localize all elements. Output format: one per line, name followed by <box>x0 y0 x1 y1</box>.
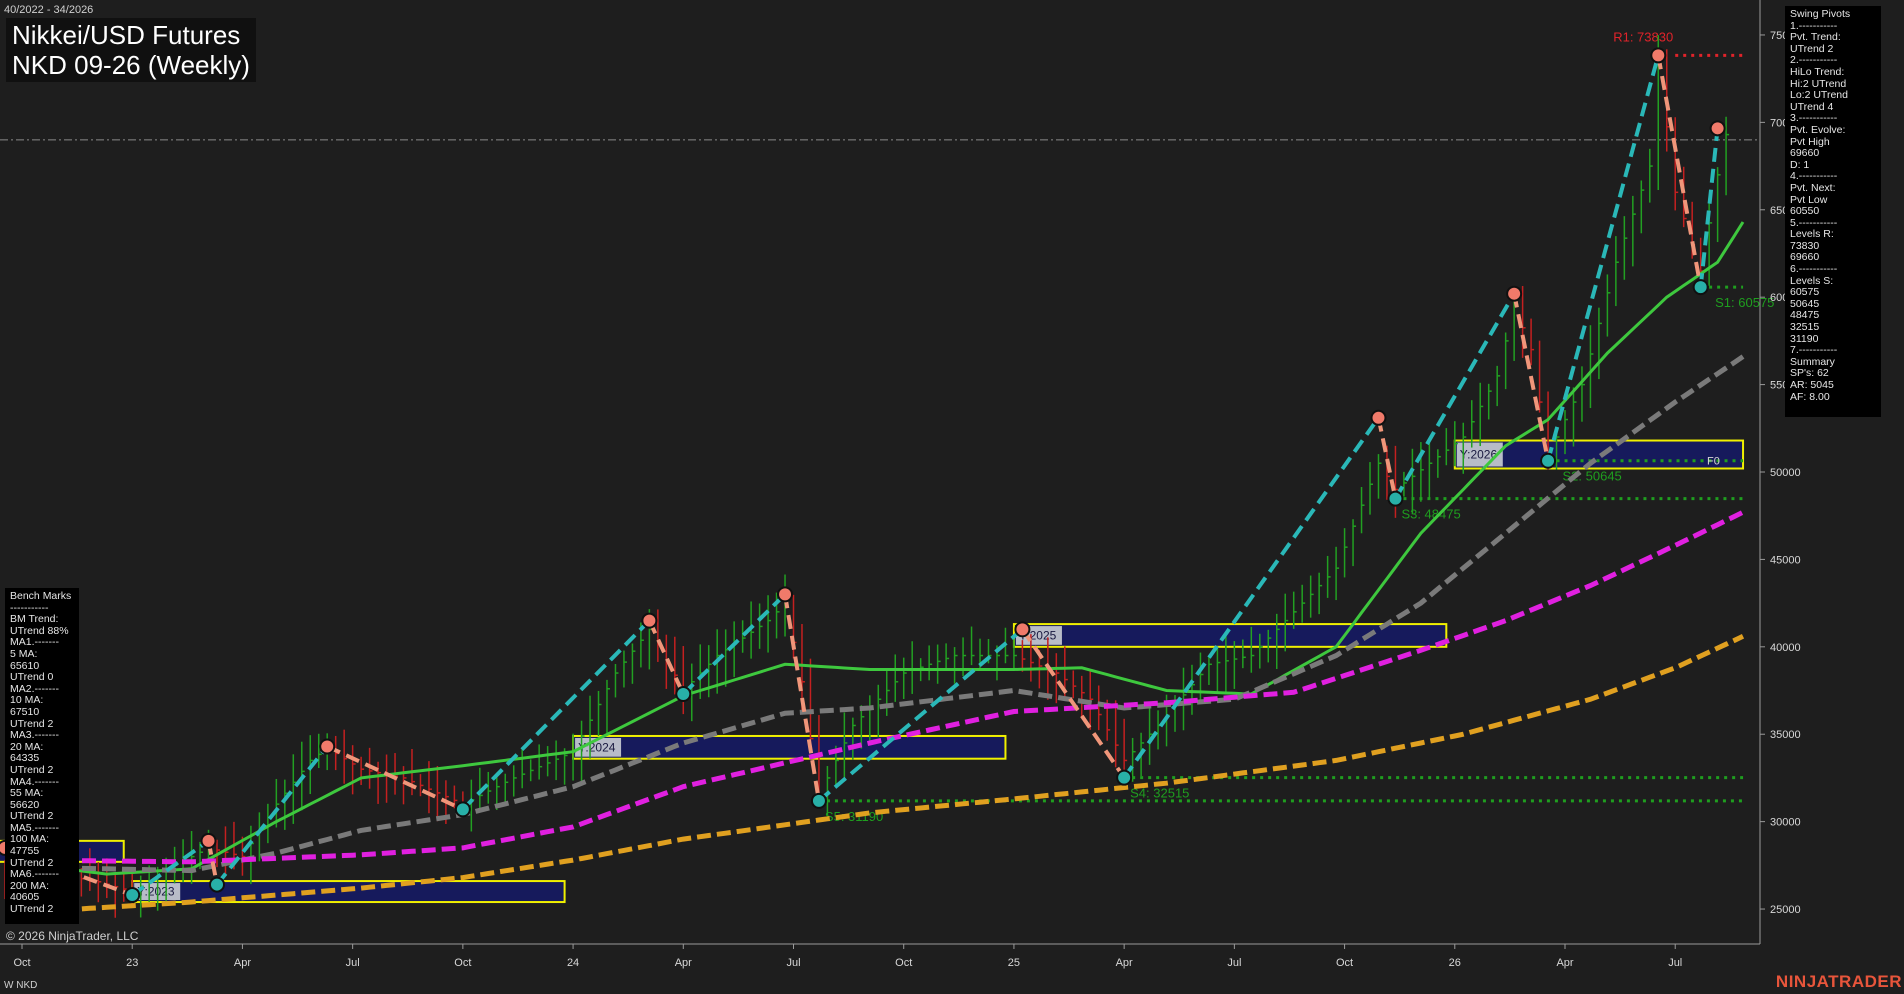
fib-level-label: F0 <box>1707 456 1720 468</box>
swing-low-marker <box>208 876 225 893</box>
x-tick-label: Apr <box>234 957 251 969</box>
swing-high-marker <box>1650 47 1667 64</box>
x-tick-label: Oct <box>13 957 30 969</box>
bench-panel-line: Bench Marks <box>10 590 72 602</box>
swing-up-line <box>215 745 329 886</box>
x-tick-label: 24 <box>567 957 579 969</box>
swing-up-line <box>1122 416 1381 779</box>
x-tick-label: Oct <box>454 957 471 969</box>
copyright: © 2026 NinjaTrader, LLC <box>6 929 139 943</box>
swing-low-marker <box>810 792 827 809</box>
year-boxes: Y:2023Y:2024Y:2025Y:2026 <box>0 439 1745 904</box>
swing-panel-line: AF: 8.00 <box>1790 390 1830 403</box>
swing-panel-line: AR: 5045 <box>1790 379 1834 391</box>
swing-low-marker <box>1540 452 1557 469</box>
swing-lines <box>4 54 1720 897</box>
y-tick-label: 40000 <box>1770 642 1801 654</box>
bench-panel-line: 55 MA: <box>10 787 44 800</box>
bench-marks-panel: Bench Marks ----------- BM Trend: UTrend 88… <box>5 588 79 924</box>
swing-up-line <box>461 619 651 811</box>
swing-pivots-panel: Swing Pivots 1.----------- Pvt. Trend: UTre… <box>1785 6 1881 417</box>
swing-low-marker <box>1116 769 1133 786</box>
swing-pivot-markers <box>0 47 1726 904</box>
swing-panel-line: 6.----------- <box>1790 263 1838 276</box>
swing-panel-line: HiLo Trend: <box>1790 65 1845 78</box>
contract-name: NKD 09-26 (Weekly) <box>12 50 250 80</box>
x-tick-label: 26 <box>1449 957 1461 969</box>
bench-panel-line: UTrend 0 <box>10 671 54 684</box>
swing-high-marker <box>777 586 794 603</box>
symbol-label: W NKD <box>4 980 38 991</box>
x-tick-label: 25 <box>1008 957 1020 969</box>
swing-high-marker <box>319 738 336 755</box>
level-label: R1: 73830 <box>1613 29 1673 44</box>
bench-panel-line: MA3.------- <box>10 729 59 742</box>
swing-up-line <box>1546 54 1661 462</box>
bench-panel-line: UTrend 2 <box>10 763 54 776</box>
swing-panel-line: Swing Pivots <box>1790 8 1851 20</box>
swing-low-marker <box>675 686 692 703</box>
x-tick-label: Jul <box>1668 957 1682 969</box>
instrument-name: Nikkei/USD Futures <box>12 20 241 50</box>
x-tick-label: Apr <box>675 957 692 969</box>
swing-down-line <box>1656 55 1703 288</box>
year-box <box>572 734 1007 760</box>
swing-panel-line: Pvt. Evolve: <box>1790 123 1846 136</box>
chart-title: Nikkei/USD Futures NKD 09-26 (Weekly) <box>6 18 256 82</box>
x-tick-label: Oct <box>895 957 912 969</box>
bench-panel-line: 47755 <box>10 845 40 858</box>
bench-panel-line: 5 MA: <box>10 647 38 660</box>
x-tick-label: 23 <box>126 957 138 969</box>
x-tick-label: Jul <box>786 957 800 969</box>
swing-high-marker <box>1506 285 1523 302</box>
swing-high-marker <box>1370 409 1387 426</box>
swing-low-marker <box>454 801 471 818</box>
price-bars <box>4 35 1730 918</box>
y-tick-label: 50000 <box>1770 467 1801 479</box>
swing-low-marker <box>1387 490 1404 507</box>
bench-panel-line: 67510 <box>10 705 40 718</box>
bench-panel-line: UTrend 2 <box>10 903 54 916</box>
y-tick-label: 30000 <box>1770 817 1801 829</box>
swing-panel-line: 69660 <box>1790 147 1820 160</box>
moving-average-line <box>21 354 1745 874</box>
date-range: 40/2022 - 34/2026 <box>4 4 94 16</box>
swing-panel-line: 60550 <box>1790 205 1820 218</box>
swing-low-marker <box>124 887 141 904</box>
swing-panel-line: 32515 <box>1790 321 1820 334</box>
swing-panel-line: Lo:2 UTrend <box>1790 89 1848 102</box>
moving-average-line <box>21 634 1745 915</box>
y-tick-label: 45000 <box>1770 554 1801 566</box>
x-tick-label: Apr <box>1116 957 1133 969</box>
x-tick-label: Apr <box>1556 957 1573 969</box>
swing-panel-line: Pvt. Next: <box>1790 181 1836 194</box>
x-tick-label: Jul <box>1227 957 1241 969</box>
x-tick-label: Oct <box>1336 957 1353 969</box>
swing-high-marker <box>1014 621 1031 638</box>
y-tick-label: 35000 <box>1770 729 1801 741</box>
ninjatrader-logo: NINJATRADER <box>1775 972 1902 991</box>
swing-high-marker <box>1709 120 1726 137</box>
swing-high-marker <box>200 832 217 849</box>
level-label: S3: 48475 <box>1401 507 1460 522</box>
level-label: S1: 60575 <box>1715 295 1774 310</box>
y-tick-label: 25000 <box>1770 904 1801 916</box>
swing-low-marker <box>1692 279 1709 296</box>
swing-high-marker <box>641 612 658 629</box>
level-label: S5: 31190 <box>825 809 883 824</box>
price-chart[interactable]: Y:2023Y:2024Y:2025Y:2026 R1: 73830 S1: 60… <box>0 0 1904 994</box>
x-tick-label: Jul <box>346 957 360 969</box>
